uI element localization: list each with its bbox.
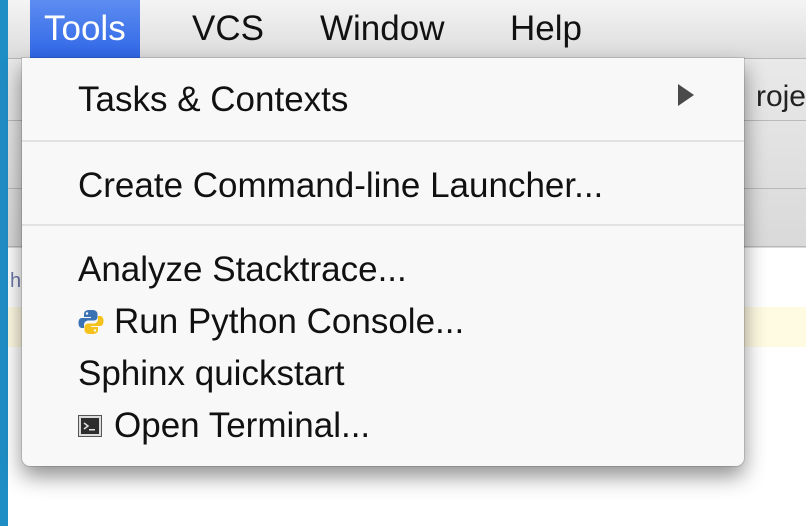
menu-item-label: Create Command-line Launcher... xyxy=(78,165,604,205)
slide-left-edge xyxy=(0,0,8,526)
menu-separator xyxy=(22,224,744,226)
menu-vcs[interactable]: VCS xyxy=(178,0,278,58)
menu-item-sphinx-quickstart[interactable]: Sphinx quickstart xyxy=(78,350,345,394)
terminal-icon xyxy=(78,414,102,437)
tools-dropdown-menu: Tasks & Contexts Create Command-line Lau… xyxy=(22,58,744,466)
menu-tools[interactable]: Tools xyxy=(30,0,140,58)
menu-separator xyxy=(22,140,744,142)
menu-item-run-python-console[interactable]: Run Python Console... xyxy=(78,298,464,342)
menu-item-create-command-line-launcher[interactable]: Create Command-line Launcher... xyxy=(78,162,603,206)
menu-bar: Tools VCS Window Help xyxy=(8,0,806,59)
menu-help[interactable]: Help xyxy=(496,0,596,58)
menu-item-label: Sphinx quickstart xyxy=(78,353,345,393)
menu-item-label: Run Python Console... xyxy=(114,301,465,341)
menu-item-label: Open Terminal... xyxy=(114,405,371,445)
ide-breadcrumb: roje xyxy=(755,80,806,113)
submenu-arrow-icon xyxy=(678,84,694,106)
python-icon xyxy=(78,309,104,334)
menu-item-open-terminal[interactable]: Open Terminal... xyxy=(78,402,370,446)
menu-item-tasks-contexts[interactable]: Tasks & Contexts xyxy=(78,76,718,120)
menu-window[interactable]: Window xyxy=(306,0,458,58)
menu-item-label: Tasks & Contexts xyxy=(78,79,349,119)
menu-item-label: Analyze Stacktrace... xyxy=(78,249,407,289)
menu-item-analyze-stacktrace[interactable]: Analyze Stacktrace... xyxy=(78,246,407,290)
